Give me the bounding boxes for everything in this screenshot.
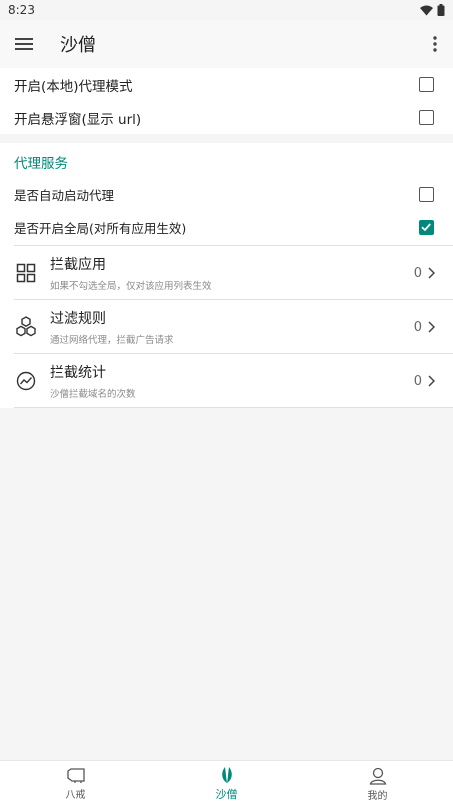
app-bar: 沙僧	[0, 20, 453, 68]
chart-icon	[16, 371, 36, 391]
nav-label: 我的	[367, 790, 388, 802]
nav-label: 八戒	[65, 789, 86, 801]
list-item-count: 0	[413, 319, 422, 335]
leaf-icon	[221, 767, 232, 783]
screen: 8:23 沙僧 开启(本地)代理模式 开启悬浮窗(显示 url) 代理服务 是否…	[0, 0, 453, 807]
list-item-title: 过滤规则	[50, 311, 106, 327]
menu-icon	[15, 38, 33, 50]
chevron-right-icon	[428, 321, 435, 333]
checkmark-icon	[421, 223, 431, 232]
chevron-right-icon	[428, 267, 435, 279]
pig-icon	[66, 767, 85, 783]
list-item-count: 0	[413, 265, 422, 281]
toggle-auto-start-proxy[interactable]: 是否自动启动代理	[0, 178, 453, 211]
status-icons	[420, 4, 445, 16]
grid-icon	[16, 263, 36, 283]
nav-item-mine[interactable]: 我的	[302, 761, 453, 807]
toggle-label: 是否开启全局(对所有应用生效)	[14, 221, 187, 236]
list-item-intercept-stats[interactable]: 拦截统计 沙僧拦截域名的次数 0	[0, 354, 453, 408]
menu-button[interactable]	[2, 20, 46, 68]
divider	[14, 407, 453, 408]
toggle-global-mode[interactable]: 是否开启全局(对所有应用生效)	[0, 211, 453, 244]
status-bar: 8:23	[0, 0, 453, 20]
list-item-subtitle: 如果不勾选全局，仅对该应用列表生效	[50, 281, 212, 292]
global-mode-checkbox[interactable]	[419, 220, 434, 235]
overflow-menu-button[interactable]	[417, 20, 453, 68]
nav-item-shaseng[interactable]: 沙僧	[151, 761, 302, 807]
toggle-label: 是否自动启动代理	[14, 188, 115, 203]
list-item-subtitle: 通过网络代理，拦截广告请求	[50, 335, 174, 346]
list-item-title: 拦截应用	[50, 257, 106, 273]
wifi-icon	[420, 5, 433, 15]
list-item-filter-rules[interactable]: 过滤规则 通过网络代理，拦截广告请求 0	[0, 300, 453, 354]
local-proxy-checkbox[interactable]	[419, 77, 434, 92]
battery-icon	[437, 4, 445, 16]
setting-local-proxy-mode[interactable]: 开启(本地)代理模式	[0, 68, 453, 101]
list-item-intercept-apps[interactable]: 拦截应用 如果不勾选全局，仅对该应用列表生效 0	[0, 246, 453, 300]
setting-label: 开启悬浮窗(显示 url)	[14, 111, 142, 128]
nav-label: 沙僧	[215, 788, 238, 801]
list-item-title: 拦截统计	[50, 365, 106, 381]
setting-floating-window[interactable]: 开启悬浮窗(显示 url)	[0, 101, 453, 134]
hexagons-icon	[16, 316, 36, 337]
more-vert-icon	[433, 36, 437, 52]
status-time: 8:23	[8, 3, 35, 17]
nav-item-bajie[interactable]: 八戒	[0, 761, 151, 807]
bottom-navigation: 八戒 沙僧 我的	[0, 760, 453, 807]
list-item-subtitle: 沙僧拦截域名的次数	[50, 389, 136, 400]
auto-start-checkbox[interactable]	[419, 187, 434, 202]
setting-label: 开启(本地)代理模式	[14, 78, 133, 95]
floating-window-checkbox[interactable]	[419, 110, 434, 125]
section-header-proxy: 代理服务	[14, 156, 68, 172]
page-title: 沙僧	[60, 35, 96, 56]
chevron-right-icon	[428, 375, 435, 387]
person-icon	[369, 767, 386, 785]
list-item-count: 0	[413, 373, 422, 389]
